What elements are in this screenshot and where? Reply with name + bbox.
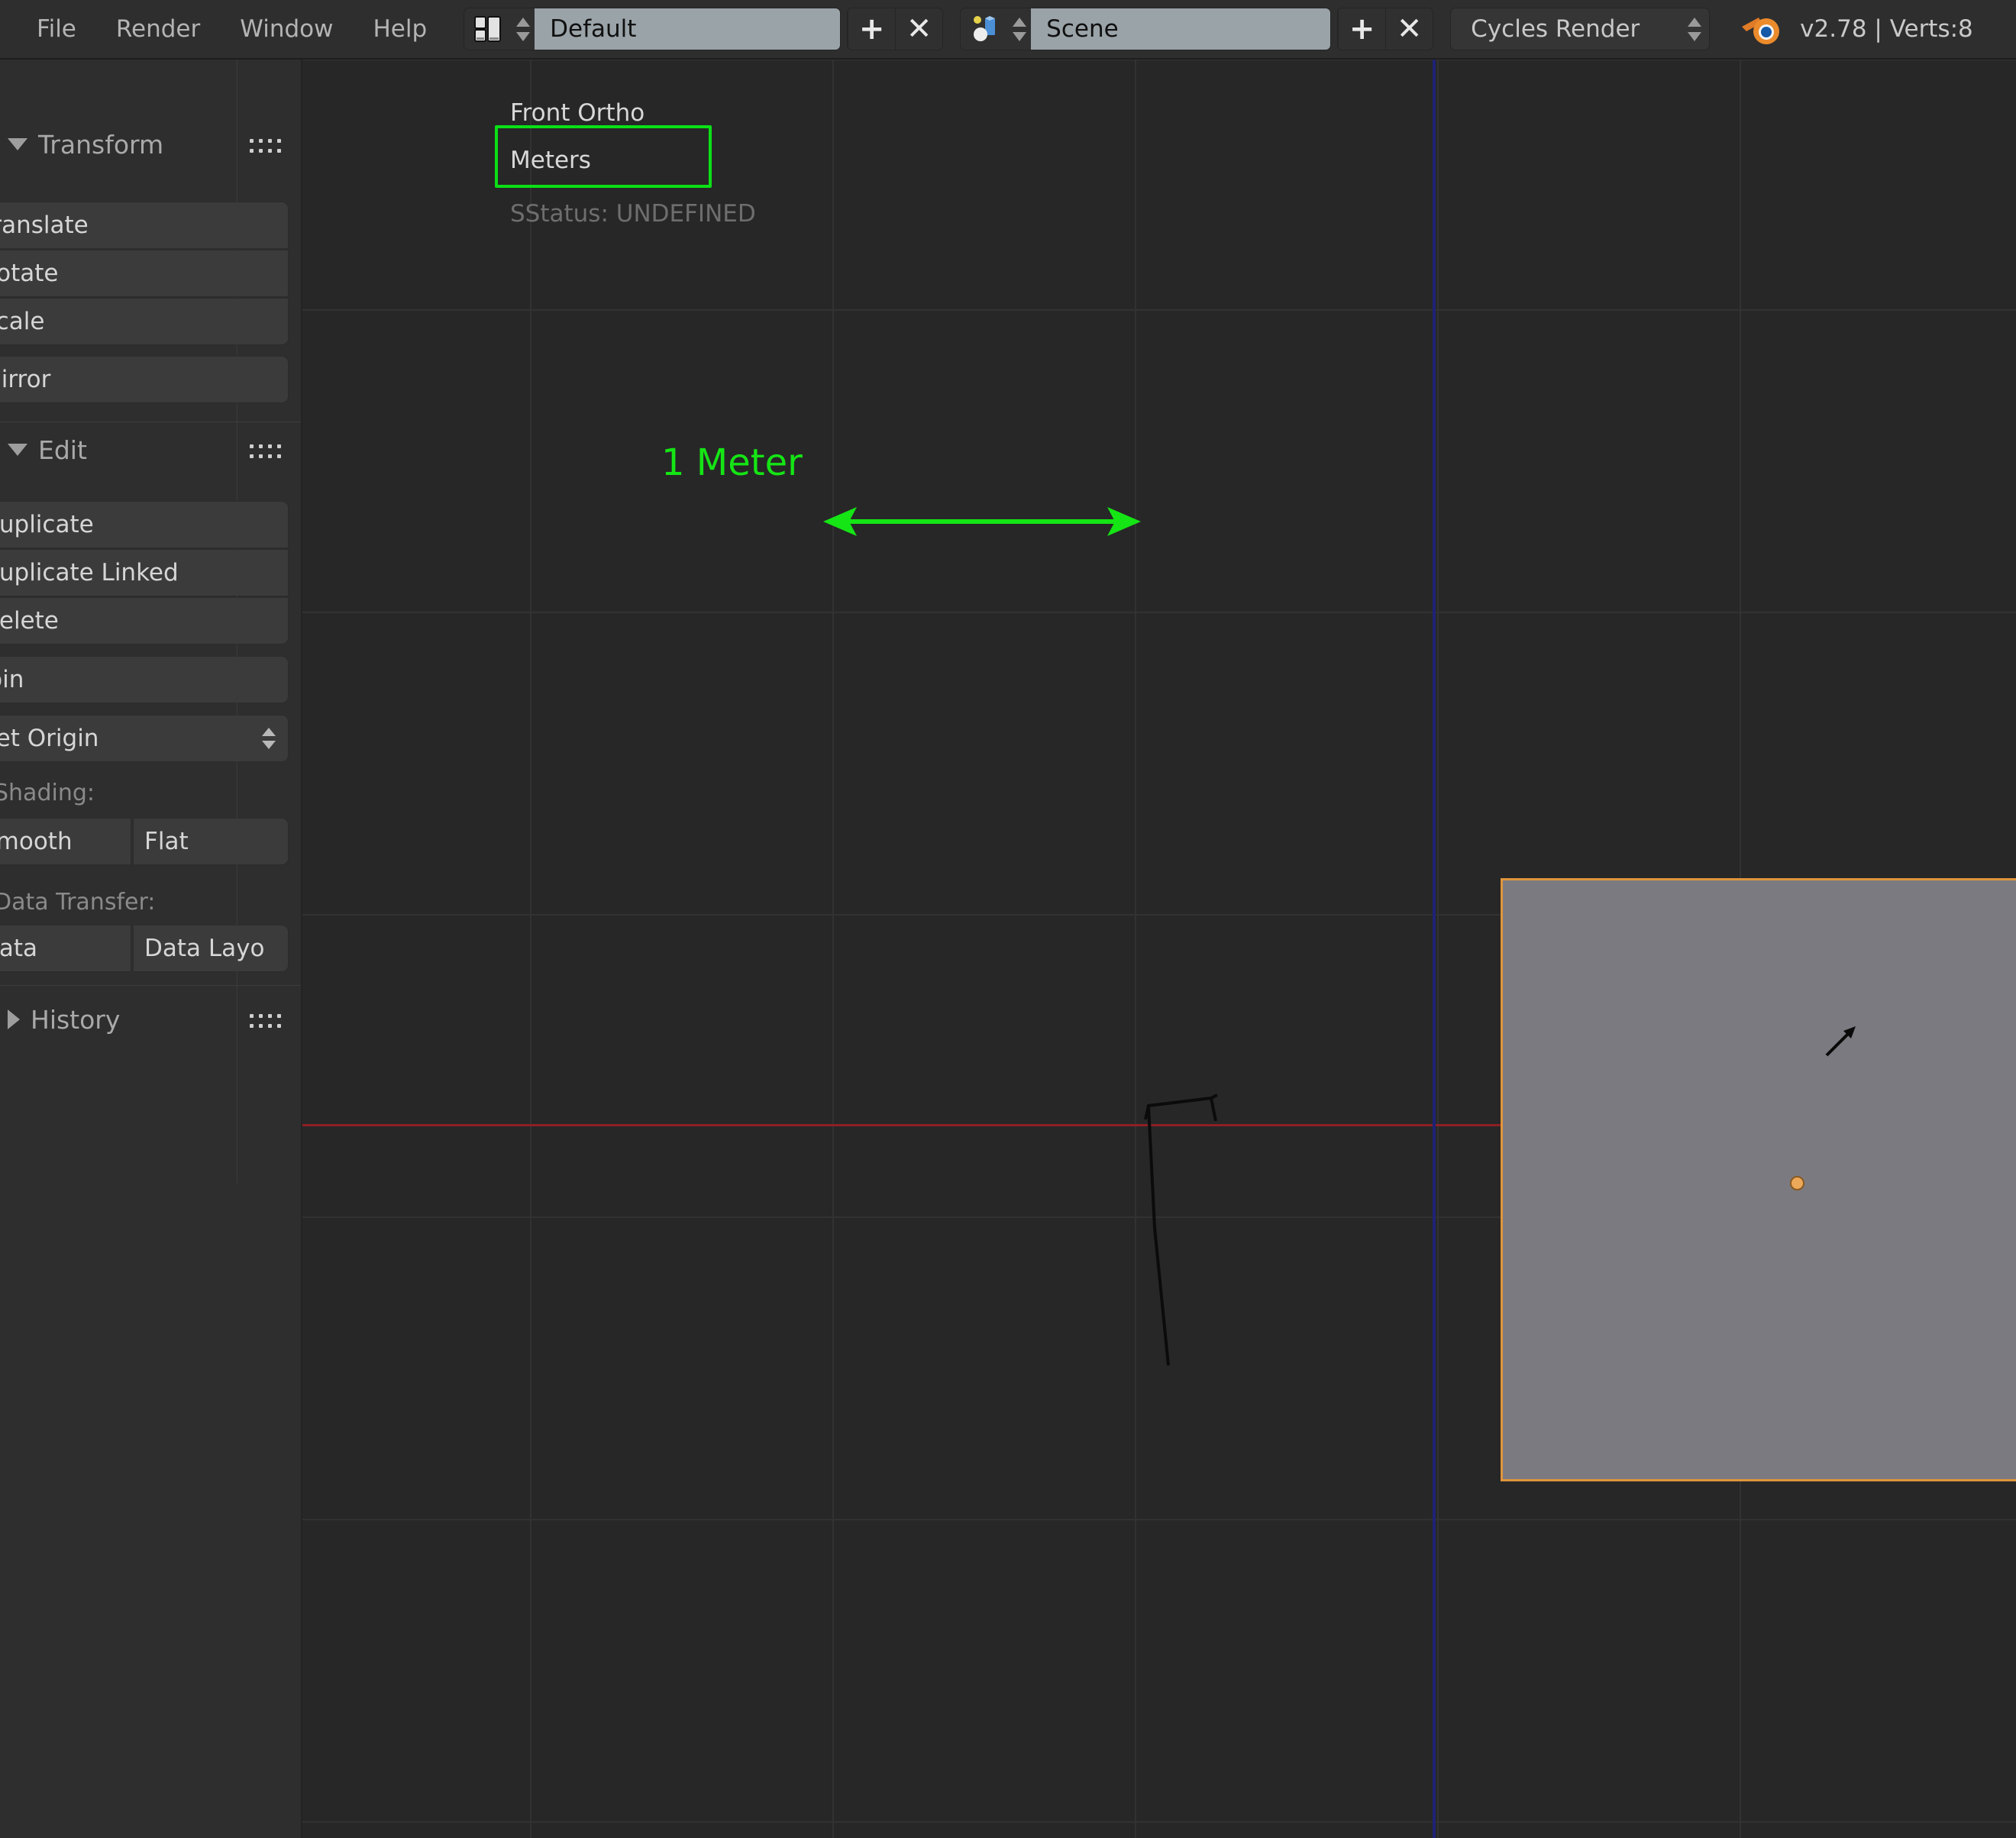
scene-actions: + ✕ [1337,8,1434,50]
chevron-down-icon [8,138,27,150]
render-engine-label: Cycles Render [1471,15,1640,43]
button-set-origin[interactable]: Set Origin [0,715,289,762]
menu-window[interactable]: Window [220,6,353,52]
add-screen-layout-button[interactable]: + [848,8,896,50]
add-scene-button[interactable]: + [1338,8,1386,50]
tool-shelf-panel: Transform Translate Rotate Scale Mirror … [0,60,302,1838]
panel-grip-transform[interactable] [250,139,283,156]
remove-screen-layout-button[interactable]: ✕ [895,8,943,50]
label-data-transfer: Data Transfer: [0,889,156,916]
label-shading: Shading: [0,780,95,806]
button-rotate[interactable]: Rotate [0,250,289,297]
menu-file[interactable]: File [17,6,96,52]
render-engine-select[interactable]: Cycles Render [1450,8,1711,50]
plus-icon: + [858,11,885,47]
menu-render[interactable]: Render [96,6,220,52]
close-icon: ✕ [906,11,932,47]
button-translate[interactable]: Translate [0,202,289,249]
scene-datablock-icon[interactable] [961,8,1009,50]
render-engine-stepper-icon [1688,17,1702,41]
stepper-down-icon [1013,31,1027,41]
button-scale[interactable]: Scale [0,298,289,345]
set-origin-stepper-icon [262,728,276,749]
panel-header-edit[interactable]: Edit [8,429,87,470]
chevron-right-icon [8,1009,20,1029]
cube-object[interactable] [1501,878,2016,1481]
button-shade-smooth[interactable]: Smooth [0,818,131,865]
screen-layout-icon[interactable] [464,8,512,50]
panel-header-transform[interactable]: Transform [8,124,163,165]
3d-viewport[interactable]: Front Ortho Meters SStatus: UNDEFINED 1 … [302,60,2016,1838]
version-status-text: v2.78 | Verts:8 [1800,15,1973,43]
stepper-down-icon [516,31,531,41]
camera-wireframe [1144,1093,1218,1366]
object-origin-dot [1790,1176,1804,1190]
panel-grip-edit[interactable] [250,444,283,461]
scene-name-field[interactable]: Scene [1031,8,1331,50]
button-duplicate[interactable]: Duplicate [0,501,289,548]
panel-grip-history[interactable] [250,1014,283,1031]
panel-title-edit: Edit [38,434,87,465]
screen-layout-stepper[interactable] [512,8,535,50]
panel-header-history[interactable]: History [8,999,120,1040]
button-delete[interactable]: Delete [0,597,289,644]
screen-layout-datablock: Default [464,8,842,50]
screen-layout-name-field[interactable]: Default [535,8,841,50]
stepper-up-icon [1013,17,1027,27]
viewport-unit-label: Meters [510,147,591,174]
blender-window: File Render Window Help Default + ✕ Scen… [0,0,2016,1838]
menu-help[interactable]: Help [353,6,447,52]
blender-logo-icon [1739,10,1783,48]
scene-datablock: Scene [960,8,1332,50]
button-data-transfer[interactable]: Data [0,925,131,972]
top-header-bar: File Render Window Help Default + ✕ Scen… [0,0,2016,60]
plus-icon: + [1349,11,1375,47]
close-icon: ✕ [1396,11,1423,47]
button-join[interactable]: Join [0,656,289,703]
scene-stepper[interactable] [1008,8,1032,50]
mouse-cursor-arrow-icon [1825,1026,1856,1057]
screen-layout-actions: + ✕ [847,8,944,50]
annotation-double-arrow [823,507,1141,536]
stepper-up-icon [516,17,531,27]
axis-z-line [1433,60,1436,1838]
annotation-label-1-meter: 1 Meter [661,441,803,484]
remove-scene-button[interactable]: ✕ [1385,8,1433,50]
panel-title-history: History [31,1004,121,1035]
panel-separator [0,985,301,986]
button-duplicate-linked[interactable]: Duplicate Linked [0,549,289,596]
viewport-view-name: Front Ortho [510,99,645,127]
viewport-status-line: SStatus: UNDEFINED [510,200,756,228]
button-data-layout-transfer[interactable]: Data Layo [133,925,289,972]
button-shade-flat[interactable]: Flat [133,818,289,865]
button-mirror[interactable]: Mirror [0,356,289,403]
panel-title-transform: Transform [38,129,164,160]
chevron-down-icon [8,444,27,456]
